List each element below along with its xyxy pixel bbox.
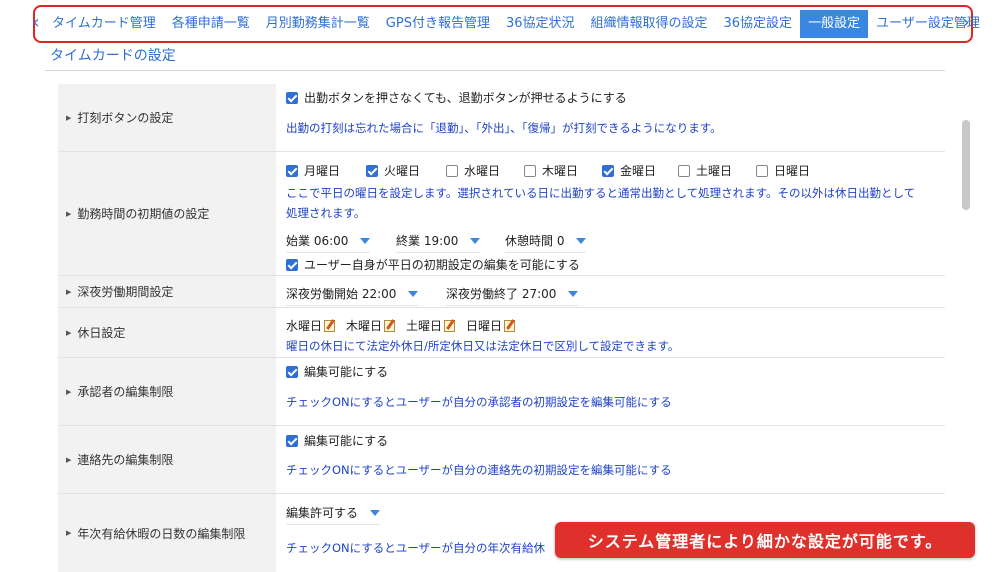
section-divider <box>45 70 945 71</box>
tab-bar: ‹ タイムカード管理 各種申請一覧 月別勤務集計一覧 GPS付き報告管理 36協定状況組… <box>0 0 1000 46</box>
contact-checkbox[interactable] <box>286 435 298 447</box>
weekday-checkbox[interactable] <box>524 165 536 177</box>
row-label: ▶ 勤務時間の初期値の設定 <box>58 152 276 275</box>
holiday-day-item: 木曜日 <box>346 317 396 334</box>
row-value: 出勤ボタンを押さなくても、退勤ボタンが押せるようにする 出勤の打刻は忘れた場合に… <box>286 84 945 151</box>
edit-icon[interactable] <box>504 320 516 332</box>
worktime-note-line2: 処理されます。 <box>286 206 366 220</box>
section-title: タイムカードの設定 <box>50 48 176 64</box>
paid-leave-note: チェックONにするとユーザーが自分の年次有給休 <box>286 541 546 555</box>
tab-7[interactable]: 一般設定 <box>800 10 869 38</box>
night-start-select[interactable]: 深夜労働開始 22:00 <box>286 285 419 306</box>
tab-0[interactable]: タイムカード管理 <box>44 10 164 38</box>
tab-6[interactable]: 36協定設定 <box>716 10 801 38</box>
triangle-right-icon: ▶ <box>66 209 72 218</box>
approver-checkbox-row[interactable]: 編集可能にする <box>286 363 388 380</box>
weekday-checkbox-item[interactable]: 金曜日 <box>602 162 656 179</box>
weekday-checkbox[interactable] <box>602 165 614 177</box>
weekday-checkbox-item[interactable]: 木曜日 <box>524 162 578 179</box>
punch-checkbox[interactable] <box>286 92 298 104</box>
row-contact-edit: ▶ 連絡先の編集制限 編集可能にする チェックONにするとユーザーが自分の連絡先の… <box>58 426 945 494</box>
tab-3[interactable]: GPS付き報告管理 <box>378 10 498 38</box>
row-value: 編集可能にする チェックONにするとユーザーが自分の承認者の初期設定を編集可能に… <box>286 358 945 425</box>
scrollbar-thumb[interactable] <box>962 120 970 210</box>
caret-down-icon <box>408 291 419 297</box>
row-label: ▶ 年次有給休暇の日数の編集制限 <box>58 494 276 572</box>
user-edit-checkbox[interactable] <box>286 259 298 271</box>
row-label: ▶ 休日設定 <box>58 308 276 357</box>
punch-note: 出勤の打刻は忘れた場合に「退勤」、「外出」、「復帰」が打刻できるようになります。 <box>286 121 722 135</box>
break-time-select[interactable]: 休憩時間 0 <box>505 232 587 253</box>
caret-down-icon <box>568 291 579 297</box>
punch-checkbox-row[interactable]: 出勤ボタンを押さなくても、退勤ボタンが押せるようにする <box>286 89 627 106</box>
edit-icon[interactable] <box>384 320 396 332</box>
triangle-right-icon: ▶ <box>66 328 72 337</box>
weekday-checkbox-item[interactable]: 日曜日 <box>756 162 810 179</box>
weekday-checkbox-item[interactable]: 火曜日 <box>366 162 420 179</box>
weekday-checkbox[interactable] <box>366 165 378 177</box>
triangle-right-icon: ▶ <box>66 387 72 396</box>
row-punch-button: ▶ 打刻ボタンの設定 出勤ボタンを押さなくても、退勤ボタンが押せるようにする 出勤… <box>58 84 945 152</box>
triangle-right-icon: ▶ <box>66 113 72 122</box>
tab-list: タイムカード管理 各種申請一覧 月別勤務集計一覧 GPS付き報告管理 36協定状況 組織情… <box>44 10 988 38</box>
end-time-select[interactable]: 終業 19:00 <box>396 232 481 253</box>
user-edit-checkbox-row[interactable]: ユーザー自身が平日の初期設定の編集を可能にする <box>286 256 580 273</box>
caret-down-icon <box>576 238 587 244</box>
row-label: ▶ 連絡先の編集制限 <box>58 426 276 493</box>
start-time-select[interactable]: 始業 06:00 <box>286 232 371 253</box>
night-end-select[interactable]: 深夜労働終了 27:00 <box>446 285 579 306</box>
worktime-note-line1: ここで平日の曜日を設定します。選択されている日に出勤すると通常出勤として処理され… <box>286 186 916 200</box>
weekday-checkbox-item[interactable]: 水曜日 <box>446 162 500 179</box>
tab-2[interactable]: 月別勤務集計一覧 <box>258 10 378 38</box>
row-holiday: ▶ 休日設定 水曜日 木曜日 土曜日 日曜日 曜日の休日にて法定外休日/所定休日又は法定… <box>58 308 945 358</box>
edit-icon[interactable] <box>324 320 336 332</box>
chevron-left-icon[interactable]: ‹ <box>30 13 42 33</box>
row-value: 深夜労働開始 22:00 深夜労働終了 27:00 <box>286 276 945 307</box>
holiday-day-item: 日曜日 <box>466 317 516 334</box>
chevron-right-icon[interactable]: › <box>960 13 972 33</box>
caret-down-icon <box>360 238 371 244</box>
weekday-checkbox-item[interactable]: 土曜日 <box>678 162 732 179</box>
contact-checkbox-row[interactable]: 編集可能にする <box>286 432 388 449</box>
triangle-right-icon: ▶ <box>66 287 72 296</box>
row-approver-edit: ▶ 承認者の編集制限 編集可能にする チェックONにするとユーザーが自分の承認者の… <box>58 358 945 426</box>
edit-icon[interactable] <box>444 320 456 332</box>
row-label: ▶ 承認者の編集制限 <box>58 358 276 425</box>
triangle-right-icon: ▶ <box>66 455 72 464</box>
paid-leave-select[interactable]: 編集許可する <box>286 504 381 525</box>
weekday-checkboxes: 月曜日 火曜日 水曜日 木曜日 金曜日 土曜日 日曜日 <box>286 162 945 178</box>
row-value: 月曜日 火曜日 水曜日 木曜日 金曜日 土曜日 日曜日 ここで平日の曜日を設定します。選択さ… <box>286 152 945 275</box>
callout-banner: システム管理者により細かな設定が可能です。 <box>555 522 975 558</box>
contact-note: チェックONにするとユーザーが自分の連絡先の初期設定を編集可能にする <box>286 463 672 477</box>
weekday-checkbox[interactable] <box>678 165 690 177</box>
tab-5[interactable]: 組織情報取得の設定 <box>583 10 716 38</box>
caret-down-icon <box>470 238 481 244</box>
tab-1[interactable]: 各種申請一覧 <box>164 10 258 38</box>
tab-4[interactable]: 36協定状況 <box>498 10 583 38</box>
row-label: ▶ 打刻ボタンの設定 <box>58 84 276 151</box>
row-value: 編集可能にする チェックONにするとユーザーが自分の連絡先の初期設定を編集可能に… <box>286 426 945 493</box>
weekday-checkbox[interactable] <box>446 165 458 177</box>
settings-panel: タイムカードの設定 ▶ 打刻ボタンの設定 出勤ボタンを押さなくても、退勤ボタンが押… <box>35 46 967 572</box>
row-label: ▶ 深夜労働期間設定 <box>58 276 276 307</box>
approver-note: チェックONにするとユーザーが自分の承認者の初期設定を編集可能にする <box>286 395 672 409</box>
row-worktime: ▶ 勤務時間の初期値の設定 月曜日 火曜日 水曜日 木曜日 金曜日 土曜日 日曜日 ここで平日… <box>58 152 945 276</box>
triangle-right-icon: ▶ <box>66 529 72 537</box>
holiday-day-item: 土曜日 <box>406 317 456 334</box>
row-value: 水曜日 木曜日 土曜日 日曜日 曜日の休日にて法定外休日/所定休日又は法定休日で区別し… <box>286 308 945 357</box>
weekday-checkbox-item[interactable]: 月曜日 <box>286 162 340 179</box>
holiday-note: 曜日の休日にて法定外休日/所定休日又は法定休日で区別して設定できます。 <box>286 339 680 353</box>
weekday-checkbox[interactable] <box>286 165 298 177</box>
caret-down-icon <box>370 510 381 516</box>
row-night-work: ▶ 深夜労働期間設定 深夜労働開始 22:00 深夜労働終了 27:00 <box>58 276 945 308</box>
holiday-days: 水曜日 木曜日 土曜日 日曜日 <box>286 317 945 333</box>
weekday-checkbox[interactable] <box>756 165 768 177</box>
approver-checkbox[interactable] <box>286 366 298 378</box>
holiday-day-item: 水曜日 <box>286 317 336 334</box>
